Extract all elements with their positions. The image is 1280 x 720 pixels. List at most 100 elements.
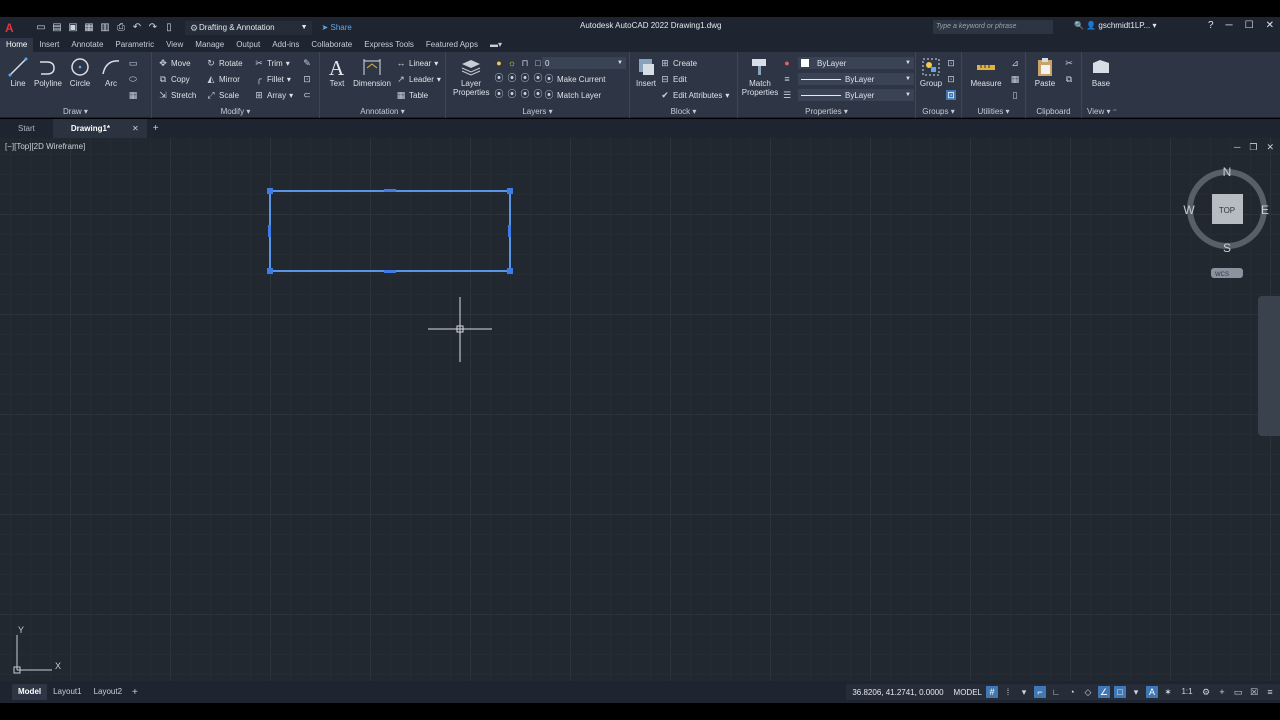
copy-clip-tool[interactable]: ⧉ xyxy=(1064,74,1074,84)
layer-tools-row-1[interactable]: ⦿ ⦿ ⦿ ⦿ xyxy=(494,73,543,83)
undo-icon[interactable]: ↶ xyxy=(131,22,143,34)
quick-properties-icon[interactable]: ☒ xyxy=(1248,686,1260,698)
annotation-panel-title[interactable]: Annotation ▾ xyxy=(320,107,445,116)
lineweight-icon-btn[interactable]: ☰ xyxy=(782,90,792,100)
customization-menu-icon[interactable]: ≡ xyxy=(1264,686,1276,698)
group-tool[interactable]: Group xyxy=(918,56,944,88)
tab-start[interactable]: Start xyxy=(0,119,53,138)
text-tool[interactable]: A Text xyxy=(324,56,350,88)
lineweight-dropdown[interactable]: ByLayer ▼ xyxy=(798,89,914,101)
view-panel-title[interactable]: View ▾ ⁼ xyxy=(1082,107,1122,116)
maximize-icon[interactable]: ☐ xyxy=(1245,20,1254,31)
explode-tool[interactable]: ⊡ xyxy=(302,74,312,84)
cut-tool[interactable]: ✂ xyxy=(1064,58,1074,68)
layer-properties-tool[interactable]: Layer Properties xyxy=(450,56,492,97)
help-icon[interactable]: ? xyxy=(1208,20,1214,31)
compass-west[interactable]: W xyxy=(1183,203,1195,217)
tab-view[interactable]: View xyxy=(160,38,189,52)
edit-block-tool[interactable]: ⊟ Edit xyxy=(660,74,687,84)
grip-bottom-right[interactable] xyxy=(507,268,513,274)
grip-top-right[interactable] xyxy=(507,188,513,194)
annotation-visibility-icon[interactable]: A xyxy=(1146,686,1158,698)
tab-output[interactable]: Output xyxy=(230,38,266,52)
grip-bottom-left[interactable] xyxy=(267,268,273,274)
tab-featured-apps[interactable]: Featured Apps xyxy=(420,38,484,52)
color-wheel[interactable]: ● xyxy=(782,58,792,68)
insert-tool[interactable]: Insert xyxy=(632,56,660,88)
plot-preview-icon[interactable]: ▯ xyxy=(163,22,175,34)
minimize-icon[interactable]: ─ xyxy=(1226,20,1233,31)
grip-mid-left[interactable] xyxy=(268,225,271,237)
close-icon[interactable]: ✕ xyxy=(132,124,139,133)
tab-insert[interactable]: Insert xyxy=(33,38,65,52)
compass-south[interactable]: S xyxy=(1223,241,1231,255)
object-snap-icon[interactable]: □ xyxy=(1114,686,1126,698)
compass-north[interactable]: N xyxy=(1223,165,1232,179)
color-dropdown[interactable]: ByLayer ▼ xyxy=(798,57,914,69)
line-tool[interactable]: Line xyxy=(4,56,32,88)
modify-panel-title[interactable]: Modify ▾ xyxy=(152,107,319,116)
measure-tool[interactable]: Measure xyxy=(966,56,1006,88)
grip-mid-right[interactable] xyxy=(508,225,511,237)
properties-panel-title[interactable]: Properties ▾ xyxy=(738,107,915,116)
polar-tracking-icon[interactable]: ◔ xyxy=(1066,686,1078,698)
paste-tool[interactable]: Paste xyxy=(1030,56,1060,88)
match-layer-tool[interactable]: ⦿ Match Layer xyxy=(544,90,601,100)
tab-parametric[interactable]: Parametric xyxy=(109,38,160,52)
create-block-tool[interactable]: ⊞ Create xyxy=(660,58,697,68)
rectangle-tool[interactable]: ▭ xyxy=(128,58,138,68)
layer-dropdown[interactable]: 0 ▼ xyxy=(542,57,626,69)
tab-drawing1[interactable]: Drawing1* ✕ xyxy=(52,119,147,138)
group-select-tool[interactable]: ⊡ xyxy=(946,90,956,100)
leader-tool[interactable]: ↗ Leader ▾ xyxy=(396,74,441,84)
linetype-icon-btn[interactable]: ≡ xyxy=(782,74,792,84)
new-file-icon[interactable]: ▭ xyxy=(35,22,47,34)
hatch-tool[interactable]: ⬭ xyxy=(128,74,138,84)
open-folder-icon[interactable]: ▤ xyxy=(51,22,63,34)
object-snap-tracking-icon[interactable]: ∠ xyxy=(1098,686,1110,698)
ungroup-tool[interactable]: ⊡ xyxy=(946,58,956,68)
group-edit-tool[interactable]: ⊡ xyxy=(946,74,956,84)
workspace-dropdown[interactable]: ⚙ Drafting & Annotation ▼ xyxy=(185,20,312,35)
object-snap-menu-chevron-icon[interactable]: ▾ xyxy=(1130,686,1142,698)
erase-tool[interactable]: ✎ xyxy=(302,58,312,68)
annotation-scale-button[interactable]: 1:1 xyxy=(1178,686,1196,698)
selected-rectangle[interactable] xyxy=(269,190,511,272)
user-account[interactable]: 🔍 👤 gschmidt1LP... ▾ xyxy=(1074,21,1157,30)
compass-east[interactable]: E xyxy=(1261,203,1269,217)
grid-icon[interactable]: # xyxy=(986,686,998,698)
tab-home[interactable]: Home xyxy=(0,38,34,52)
add-layout-plus-icon[interactable]: + xyxy=(132,687,138,698)
grip-mid-bottom[interactable] xyxy=(384,270,396,273)
layers-panel-title[interactable]: Layers ▾ xyxy=(446,107,629,116)
base-tool[interactable]: Base xyxy=(1086,56,1116,88)
redo-icon[interactable]: ↷ xyxy=(147,22,159,34)
trim-tool[interactable]: ✂ Trim ▾ xyxy=(254,58,290,68)
scale-tool[interactable]: ⤢ Scale xyxy=(206,90,239,100)
block-panel-title[interactable]: Block ▾ xyxy=(630,107,737,116)
tab-layout1[interactable]: Layout1 xyxy=(47,684,87,700)
share-button[interactable]: ➤ Share xyxy=(322,23,352,32)
isometric-icon[interactable]: ◇ xyxy=(1082,686,1094,698)
tab-annotate[interactable]: Annotate xyxy=(65,38,109,52)
navigation-bar[interactable] xyxy=(1258,296,1280,436)
circle-tool[interactable]: Circle xyxy=(66,56,94,88)
move-tool[interactable]: ✥ Move xyxy=(158,58,190,68)
linetype-dropdown[interactable]: ByLayer ▼ xyxy=(798,73,914,85)
search-input[interactable]: Type a keyword or phrase xyxy=(933,20,1053,34)
rotate-tool[interactable]: ↻ Rotate xyxy=(206,58,242,68)
utilities-panel-title[interactable]: Utilities ▾ xyxy=(962,107,1025,116)
model-space-button[interactable]: MODEL xyxy=(954,688,982,697)
viewcube[interactable]: TOP N S E W WCS xyxy=(1183,165,1269,278)
table-tool[interactable]: ▦ Table xyxy=(396,90,428,100)
tab-layout2[interactable]: Layout2 xyxy=(88,684,128,700)
make-current-tool[interactable]: ⦿ Make Current xyxy=(544,74,605,84)
edit-attributes-tool[interactable]: ✔ Edit Attributes ▾ xyxy=(660,90,729,100)
ribbon-display-toggle-icon[interactable]: ▬▾ xyxy=(484,38,508,52)
copy-tool[interactable]: ⧉ Copy xyxy=(158,74,190,84)
grip-top-left[interactable] xyxy=(267,188,273,194)
tab-model[interactable]: Model xyxy=(12,684,48,700)
plot-icon[interactable]: ⎙ xyxy=(115,22,127,34)
layer-tools-row-2[interactable]: ⦿ ⦿ ⦿ ⦿ xyxy=(494,89,543,99)
close-icon[interactable]: ✕ xyxy=(1266,20,1274,31)
